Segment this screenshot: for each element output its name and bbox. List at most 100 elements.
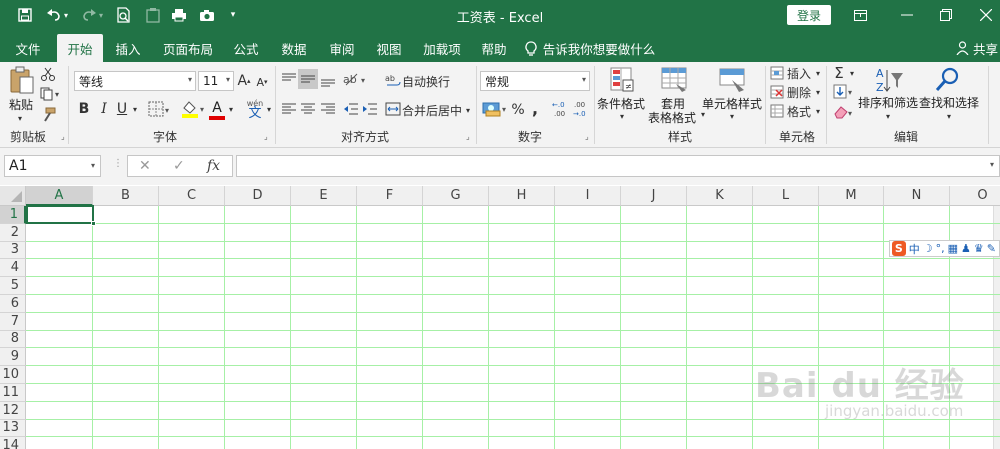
paste-dropdown-icon[interactable]: ▾ (15, 114, 25, 123)
cell-styles-icon[interactable] (718, 66, 748, 97)
format-as-table-line2[interactable]: 表格格式 (644, 111, 700, 125)
column-header-e[interactable]: E (291, 186, 357, 206)
column-header-b[interactable]: B (93, 186, 159, 206)
comma-button[interactable]: , (530, 98, 540, 118)
punctuation-icon[interactable]: °, (936, 242, 945, 255)
row-header-3[interactable]: 3 (0, 241, 26, 260)
italic-button[interactable]: I (96, 98, 112, 120)
fill-icon[interactable]: ▾ (833, 84, 857, 103)
minimize-icon[interactable] (893, 4, 921, 26)
moon-icon[interactable]: ☽ (923, 242, 933, 255)
row-header-1[interactable]: 1 (0, 206, 26, 224)
font-size-combo[interactable]: 11 ▾ (198, 71, 234, 91)
clear-icon[interactable]: ▾ (833, 104, 857, 123)
undo-icon[interactable]: ▾ (42, 4, 72, 26)
keyboard-icon[interactable]: ▦ (948, 242, 958, 255)
bold-button[interactable]: B (76, 98, 92, 120)
insert-cells-button[interactable]: 插入 (787, 65, 811, 81)
decrease-decimal-icon[interactable]: .00 →.0 (572, 99, 592, 122)
increase-indent-icon[interactable] (362, 102, 378, 119)
login-button[interactable]: 登录 (787, 5, 831, 25)
tab-file[interactable]: 文件 (6, 34, 50, 62)
row-header-4[interactable]: 4 (0, 259, 26, 278)
format-cells-button[interactable]: 格式 (787, 103, 811, 119)
column-header-f[interactable]: F (357, 186, 423, 206)
tab-home[interactable]: 开始 (57, 34, 103, 62)
skin-icon[interactable]: ♛ (974, 242, 984, 255)
fill-handle[interactable] (91, 221, 96, 226)
merge-center-icon[interactable] (385, 102, 401, 119)
row-header-5[interactable]: 5 (0, 277, 26, 295)
align-middle-icon[interactable] (298, 69, 318, 89)
align-bottom-icon[interactable] (320, 72, 336, 91)
align-center-icon[interactable] (300, 102, 316, 119)
camera-icon[interactable] (196, 4, 218, 26)
row-header-10[interactable]: 10 (0, 366, 26, 384)
format-as-table-line1[interactable]: 套用 (650, 97, 696, 111)
format-as-table-icon[interactable] (660, 66, 690, 97)
select-all-corner[interactable] (0, 186, 26, 206)
column-header-l[interactable]: L (753, 186, 819, 206)
enter-icon[interactable]: ✓ (173, 158, 185, 174)
delete-cells-icon[interactable] (770, 85, 786, 102)
active-cell-a1[interactable] (26, 205, 94, 224)
font-color-button[interactable]: A (210, 98, 224, 118)
copy-icon[interactable]: ▾ (40, 87, 62, 104)
font-launcher-icon[interactable]: ⌟ (264, 132, 268, 141)
fill-color-icon[interactable]: ▾ (181, 99, 207, 122)
find-select-icon[interactable] (934, 66, 962, 97)
column-header-g[interactable]: G (423, 186, 489, 206)
row-header-7[interactable]: 7 (0, 312, 26, 331)
delete-cells-button[interactable]: 删除 (787, 84, 811, 100)
find-dropdown-icon[interactable]: ▾ (944, 112, 954, 121)
autosum-button[interactable]: Σ (832, 64, 846, 82)
column-header-c[interactable]: C (159, 186, 225, 206)
row-header-12[interactable]: 12 (0, 401, 26, 420)
conditional-formatting-icon[interactable]: ≠ (608, 66, 636, 97)
redo-icon[interactable]: ▾ (78, 4, 106, 26)
formula-input[interactable] (236, 155, 1000, 177)
tab-review[interactable]: 审阅 (320, 34, 364, 62)
format-painter-icon[interactable] (40, 107, 56, 126)
shrink-font-button[interactable]: A ▾ (254, 73, 270, 91)
cell-styles-dropdown-icon[interactable]: ▾ (727, 112, 737, 121)
ribbon-display-icon[interactable] (846, 4, 874, 26)
paste-icon[interactable] (9, 66, 35, 99)
row-header-14[interactable]: 14 (0, 437, 26, 449)
formula-bar-grip-icon[interactable]: ⋮ (113, 158, 123, 169)
find-select-label[interactable]: 查找和选择 (918, 96, 980, 110)
print-preview-icon[interactable] (113, 4, 135, 26)
paste-label[interactable]: 粘贴 (5, 98, 37, 112)
underline-dropdown-icon[interactable]: ▾ (130, 98, 140, 120)
cell-styles-label[interactable]: 单元格样式 (702, 97, 762, 111)
tab-insert[interactable]: 插入 (106, 34, 150, 62)
restore-icon[interactable] (932, 4, 960, 26)
clipboard-qa-icon[interactable] (142, 4, 164, 26)
insert-cells-icon[interactable] (770, 66, 786, 83)
borders-icon[interactable]: ▾ (148, 101, 172, 120)
column-header-m[interactable]: M (819, 186, 884, 206)
insert-function-icon[interactable]: fx (207, 158, 220, 174)
column-header-o[interactable]: O (950, 186, 1000, 206)
tools-icon[interactable]: ✎ (987, 242, 996, 255)
format-cells-icon[interactable] (770, 104, 786, 121)
sort-filter-label[interactable]: 排序和筛选 (858, 96, 918, 110)
share-button[interactable]: 共享 (954, 34, 1000, 62)
tab-view[interactable]: 视图 (367, 34, 411, 62)
underline-button[interactable]: U (114, 98, 130, 120)
merge-center-button[interactable]: 合并后居中 (402, 100, 462, 120)
row-header-2[interactable]: 2 (0, 223, 26, 242)
sort-filter-icon[interactable]: AZ (875, 66, 905, 97)
tab-help[interactable]: 帮助 (472, 34, 516, 62)
grow-font-button[interactable]: A ▴ (236, 71, 252, 91)
printer-icon[interactable] (168, 4, 190, 26)
number-launcher-icon[interactable]: ⌟ (585, 132, 589, 141)
row-header-13[interactable]: 13 (0, 419, 26, 438)
align-right-icon[interactable] (320, 102, 336, 119)
name-box[interactable]: A1 ▾ (4, 155, 101, 177)
format-table-dropdown-icon[interactable]: ▾ (698, 110, 708, 119)
insert-dropdown-icon[interactable]: ▾ (813, 65, 823, 81)
wrap-text-icon[interactable]: ab (385, 72, 401, 91)
column-header-n[interactable]: N (884, 186, 950, 206)
tab-data[interactable]: 数据 (272, 34, 316, 62)
